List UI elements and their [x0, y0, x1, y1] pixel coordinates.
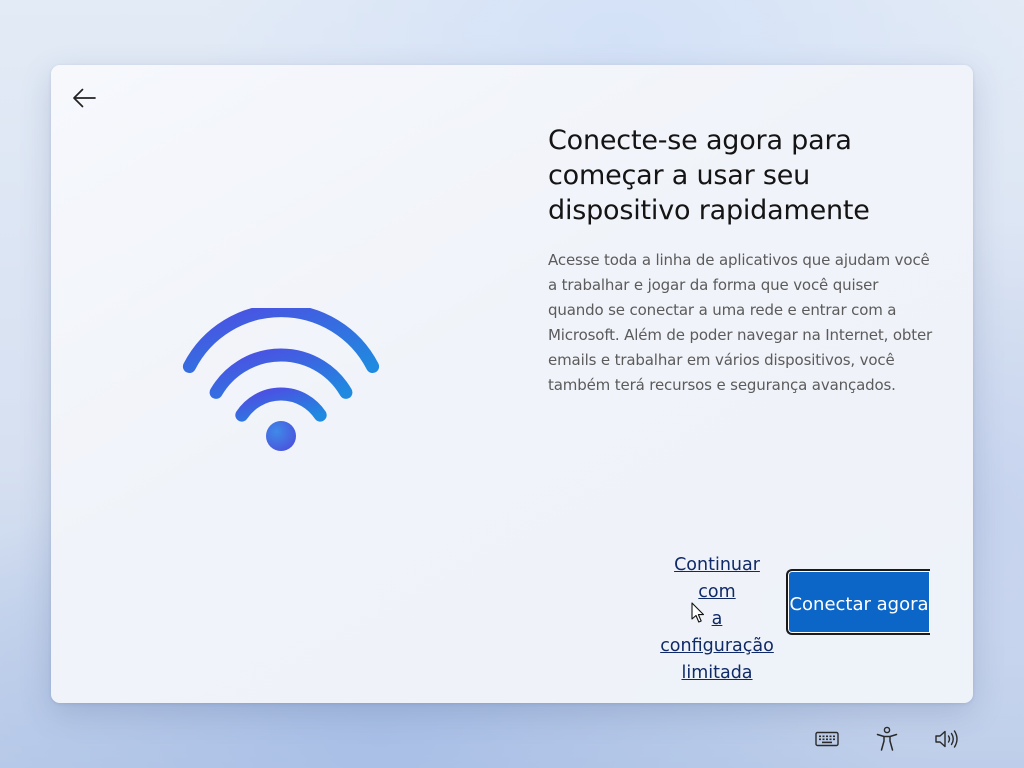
- back-arrow-icon: [73, 88, 96, 108]
- volume-button[interactable]: [932, 724, 962, 754]
- system-tray: [812, 724, 972, 754]
- volume-icon: [935, 730, 958, 748]
- setup-card: Conecte-se agora para começar a usar seu…: [51, 65, 973, 703]
- accessibility-button[interactable]: [872, 724, 902, 754]
- accessibility-icon: [876, 726, 898, 751]
- mouse-cursor-icon: [691, 602, 705, 623]
- connect-now-button[interactable]: Conectar agora: [786, 569, 930, 635]
- continue-limited-setup-link[interactable]: Continuar com a configuração limitada: [657, 552, 777, 687]
- keyboard-icon: [815, 731, 839, 747]
- keyboard-button[interactable]: [812, 724, 842, 754]
- page-description: Acesse toda a linha de aplicativos que a…: [548, 251, 933, 394]
- wifi-icon: [182, 308, 380, 451]
- page-title: Conecte-se agora para começar a usar seu…: [548, 125, 870, 226]
- back-button[interactable]: [67, 81, 101, 115]
